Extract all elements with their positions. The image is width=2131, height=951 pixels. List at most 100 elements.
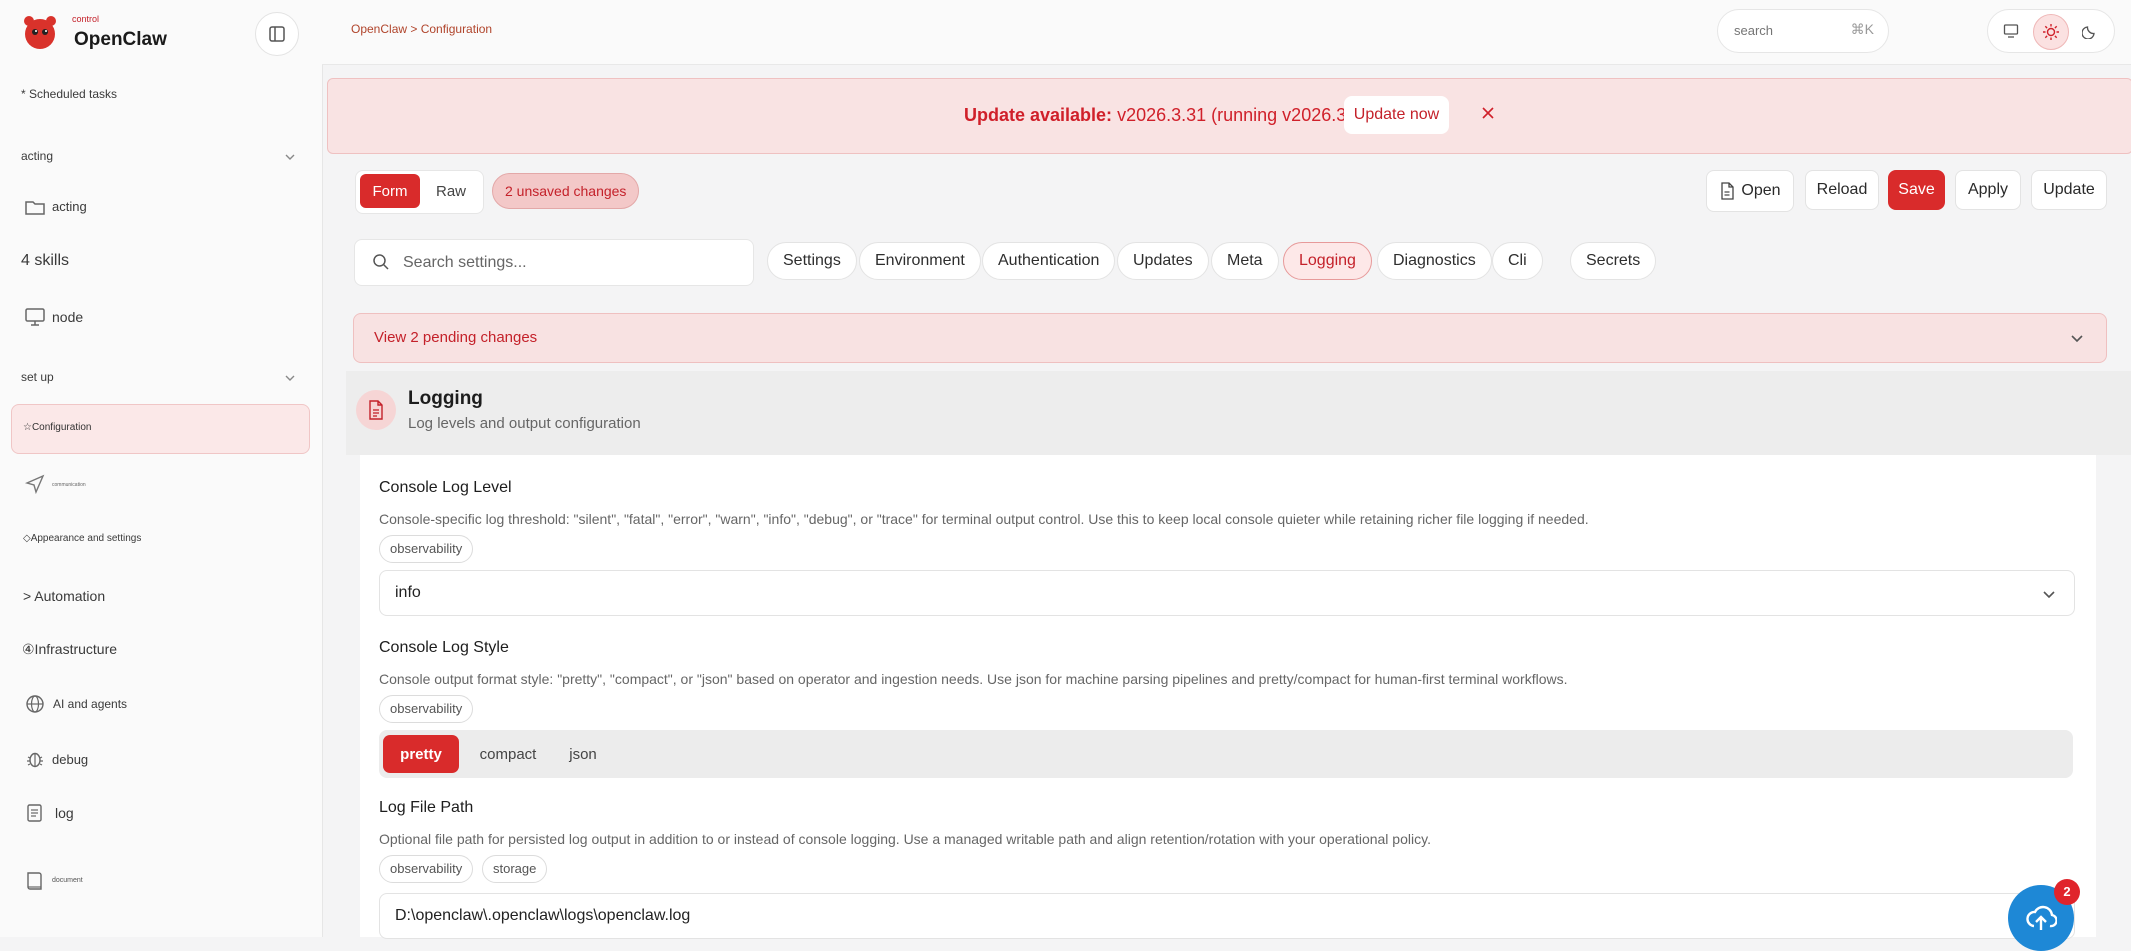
brand-name: OpenClaw <box>74 29 167 50</box>
theme-switcher <box>1987 9 2115 53</box>
chevron-down-icon[interactable] <box>284 151 296 163</box>
sidebar-item-document[interactable]: document <box>52 877 83 884</box>
form-mode-button[interactable]: Form <box>360 174 420 208</box>
chevron-down-icon <box>2043 591 2055 599</box>
cloud-upload-icon <box>2026 905 2057 930</box>
globe-icon <box>26 695 44 713</box>
openclaw-logo[interactable] <box>20 12 60 52</box>
collapse-sidebar-button[interactable] <box>255 12 299 56</box>
style-option-compact[interactable]: compact <box>466 735 550 773</box>
tab-secrets[interactable]: Secrets <box>1570 242 1657 280</box>
sidebar: control OpenClaw * Scheduled tasks actin… <box>0 0 323 937</box>
tab-logging[interactable]: Logging <box>1283 242 1372 280</box>
shortcut-hint: ⌘K <box>1850 21 1874 37</box>
sidebar-item-debug[interactable]: debug <box>52 752 88 767</box>
console-style-segmented: pretty compact json <box>379 730 2073 778</box>
tag-observability: observability <box>379 695 474 723</box>
style-option-json[interactable]: json <box>556 735 610 773</box>
open-button[interactable]: Open <box>1706 170 1794 212</box>
settings-search-input[interactable] <box>401 253 735 273</box>
moon-icon <box>2082 26 2095 39</box>
file-icon <box>1721 182 1735 200</box>
chevron-down-icon <box>2071 335 2083 343</box>
update-banner: Update available: v2026.3.31 (running v2… <box>327 78 2131 154</box>
sun-icon <box>2043 24 2059 40</box>
update-message: Update available: v2026.3.31 (running v2… <box>964 105 1382 126</box>
update-label: Update available: <box>964 105 1113 125</box>
search-input[interactable] <box>1732 22 1846 39</box>
sidebar-item-acting[interactable]: acting <box>52 199 87 214</box>
settings-search[interactable] <box>354 239 754 286</box>
tag-observability: observability <box>379 535 474 563</box>
sidebar-item-skills[interactable]: 4 skills <box>21 252 69 270</box>
file-path-description: Optional file path for persisted log out… <box>379 831 1431 847</box>
apply-button[interactable]: Apply <box>1955 170 2021 210</box>
brand-small: control <box>72 14 100 24</box>
sidebar-item-infrastructure[interactable]: ④Infrastructure <box>22 641 117 658</box>
top-bar: OpenClaw > Configuration ⌘K <box>322 0 2131 65</box>
tab-authentication[interactable]: Authentication <box>982 242 1116 280</box>
logging-section-header: Logging Log levels and output configurat… <box>346 371 2131 455</box>
tab-settings[interactable]: Settings <box>767 242 857 280</box>
update-detail: v2026.3.31 (running v2026.3.28). <box>1112 105 1383 125</box>
reload-button[interactable]: Reload <box>1805 170 1879 210</box>
console-level-value: info <box>395 584 421 601</box>
unsaved-changes-badge[interactable]: 2 unsaved changes <box>492 173 640 209</box>
sidebar-item-scheduled-tasks[interactable]: * Scheduled tasks <box>21 87 117 101</box>
bug-icon <box>27 752 43 768</box>
tab-updates[interactable]: Updates <box>1117 242 1209 280</box>
raw-mode-button[interactable]: Raw <box>424 174 478 208</box>
update-button[interactable]: Update <box>2031 170 2107 210</box>
dark-theme-button[interactable] <box>2073 14 2107 48</box>
tab-meta[interactable]: Meta <box>1211 242 1279 280</box>
sidebar-item-log[interactable]: log <box>55 805 74 821</box>
sidebar-item-configuration[interactable]: ☆Configuration <box>11 404 310 454</box>
book-icon <box>27 872 42 890</box>
console-style-description: Console output format style: "pretty", "… <box>379 671 1568 687</box>
system-theme-button[interactable] <box>1994 14 2028 48</box>
save-button[interactable]: Save <box>1888 170 1945 210</box>
section-icon <box>356 390 396 430</box>
update-now-button[interactable]: Update now <box>1344 96 1449 134</box>
sidebar-item-ai-agents[interactable]: AI and agents <box>53 697 127 711</box>
file-path-input[interactable]: D:\openclaw\.openclaw\logs\openclaw.log <box>379 893 2075 939</box>
search-icon <box>373 254 389 270</box>
light-theme-button[interactable] <box>2033 14 2069 50</box>
console-level-select[interactable]: info <box>379 570 2075 616</box>
section-title: Logging <box>408 388 483 409</box>
tab-diagnostics[interactable]: Diagnostics <box>1377 242 1492 280</box>
console-level-description: Console-specific log threshold: "silent"… <box>379 511 1589 527</box>
notification-badge: 2 <box>2054 879 2080 905</box>
style-option-pretty[interactable]: pretty <box>383 735 459 773</box>
sidebar-toggle-icon <box>269 26 285 42</box>
console-style-title: Console Log Style <box>379 639 509 656</box>
breadcrumb[interactable]: OpenClaw > Configuration <box>351 22 492 36</box>
sidebar-item-appearance[interactable]: ◇Appearance and settings <box>23 533 141 544</box>
logging-fields-panel: Console Log Level Console-specific log t… <box>360 455 2096 939</box>
file-path-title: Log File Path <box>379 799 474 816</box>
scroll-icon <box>27 804 42 822</box>
sidebar-item-node[interactable]: node <box>52 309 83 325</box>
document-icon <box>369 400 383 420</box>
sidebar-item-automation[interactable]: > Automation <box>23 588 105 604</box>
file-path-value: D:\openclaw\.openclaw\logs\openclaw.log <box>395 907 691 924</box>
tag-storage: storage <box>482 855 548 883</box>
chevron-down-icon[interactable] <box>284 372 296 384</box>
pending-changes-toggle[interactable]: View 2 pending changes <box>353 313 2107 363</box>
sidebar-item-configuration-label: ☆Configuration <box>23 422 92 433</box>
monitor-icon <box>2003 24 2019 38</box>
section-description: Log levels and output configuration <box>408 415 641 432</box>
global-search[interactable]: ⌘K <box>1717 9 1889 53</box>
open-label: Open <box>1741 182 1781 199</box>
close-icon <box>1482 107 1494 119</box>
console-level-title: Console Log Level <box>379 479 512 496</box>
tab-cli[interactable]: Cli <box>1492 242 1543 280</box>
sidebar-group-set-up[interactable]: set up <box>21 370 54 384</box>
sidebar-group-acting[interactable]: acting <box>21 149 53 163</box>
close-banner-button[interactable] <box>1476 101 1500 125</box>
tag-observability: observability <box>379 855 474 883</box>
sidebar-item-communication[interactable]: communication <box>52 482 86 488</box>
tab-environment[interactable]: Environment <box>859 242 981 280</box>
pending-changes-label: View 2 pending changes <box>374 329 538 346</box>
folder-icon <box>25 201 45 215</box>
